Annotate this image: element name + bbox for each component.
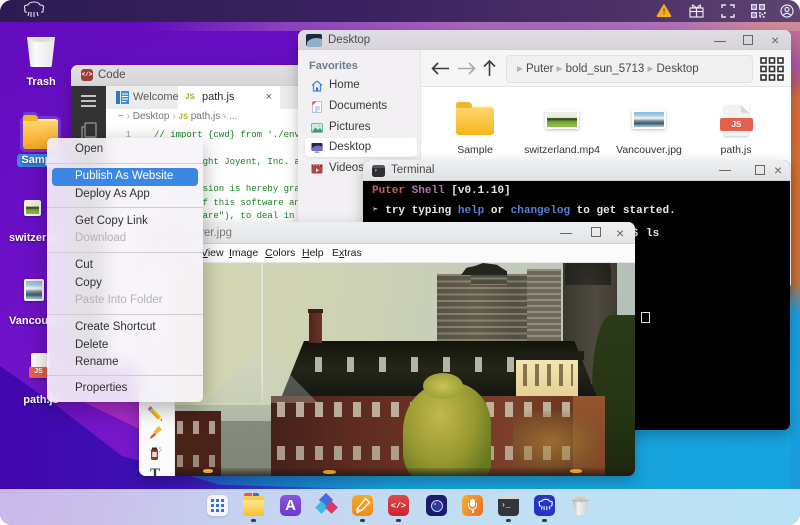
- svg-text:!: !: [663, 7, 666, 17]
